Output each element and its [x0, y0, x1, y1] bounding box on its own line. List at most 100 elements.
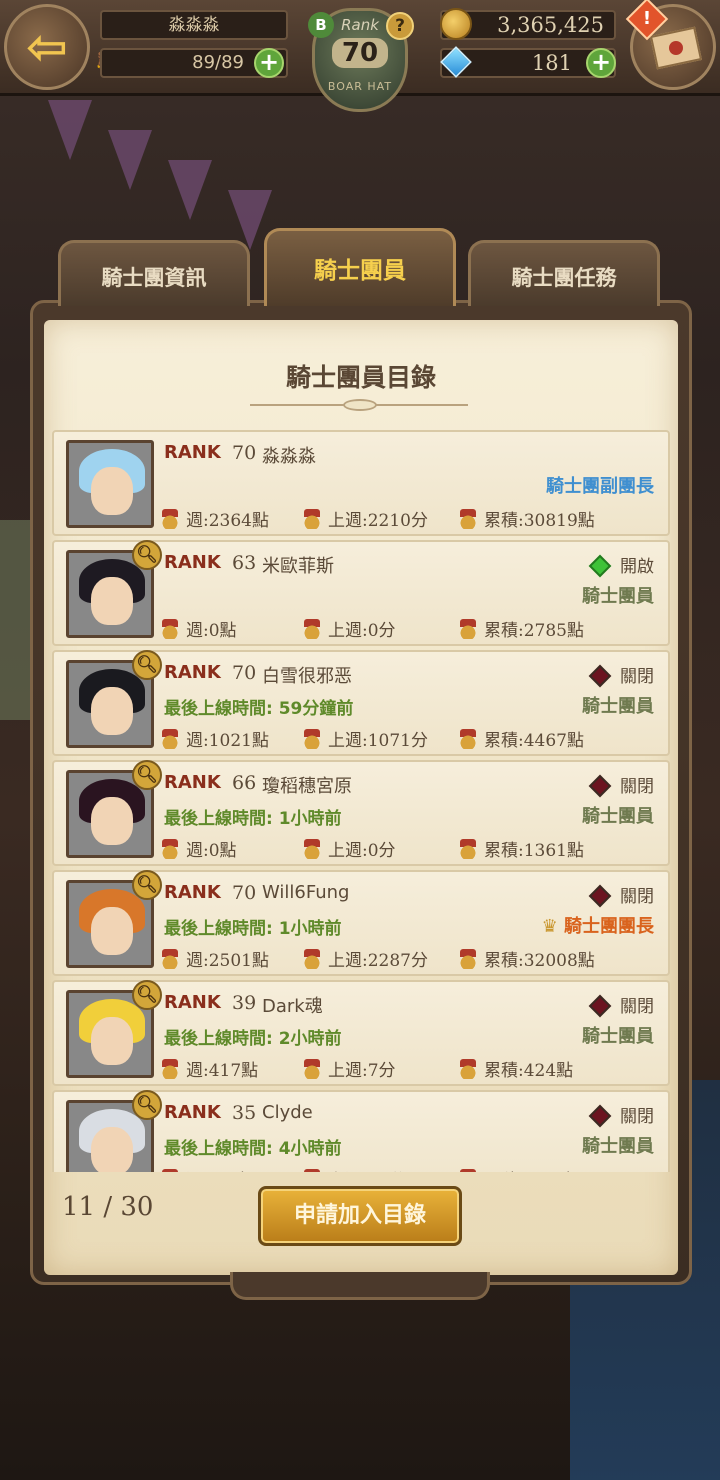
member-avatar[interactable]	[66, 440, 154, 528]
last-online: 最後上線時間: 1小時前	[164, 809, 342, 829]
member-status: 開啟	[588, 552, 654, 578]
member-role: 騎士團員	[582, 1026, 654, 1047]
avatar-face	[91, 467, 133, 515]
magnify-icon[interactable]: 🔍︎	[132, 980, 162, 1010]
status-diamond-icon	[588, 884, 612, 908]
medal-icon	[304, 839, 320, 859]
member-name: Clyde	[262, 1102, 313, 1123]
player-name: 淼淼淼	[100, 10, 288, 40]
player-rank-emblem[interactable]: Rank 70 BOAR HAT B ?	[298, 2, 422, 118]
member-rank: 70	[232, 882, 257, 904]
banner-flag	[108, 130, 152, 190]
status-diamond-icon	[588, 554, 612, 578]
apply-list-button[interactable]: 申請加入目錄	[258, 1186, 462, 1246]
last-online: 最後上線時間: 59分鐘前	[164, 699, 354, 719]
total-points: 累積:1361點	[460, 836, 584, 861]
medal-icon	[460, 949, 476, 969]
member-row[interactable]: 🔍︎ RANK 70 Will6Fung 最後上線時間: 1小時前 關閉 ♛ 騎…	[52, 870, 670, 976]
member-name: 淼淼淼	[262, 446, 316, 467]
avatar-face	[91, 797, 133, 845]
banner-flag	[168, 160, 212, 220]
tab-knight-missions[interactable]: 騎士團任務	[468, 240, 660, 306]
rank-label: RANK	[164, 882, 221, 903]
magnify-icon[interactable]: 🔍︎	[132, 870, 162, 900]
magnify-icon[interactable]: 🔍︎	[132, 650, 162, 680]
member-row[interactable]: 🔍︎ RANK 70 白雪很邪恶 最後上線時間: 59分鐘前 關閉 騎士團員 週…	[52, 650, 670, 756]
last-online: 最後上線時間: 1小時前	[164, 919, 342, 939]
week-points: 週:57點	[162, 1166, 247, 1172]
member-count: 11 / 30	[62, 1192, 154, 1222]
gold-coin-icon	[440, 8, 472, 40]
member-rank: 39	[232, 992, 257, 1014]
medal-icon	[460, 729, 476, 749]
add-gems-button[interactable]: +	[586, 48, 616, 78]
member-rank: 70	[232, 662, 257, 684]
member-row[interactable]: RANK 70 淼淼淼 騎士團副團長 週:2364點 上週:2210分 累積:3…	[52, 430, 670, 536]
medal-icon	[162, 949, 178, 969]
medal-icon	[162, 839, 178, 859]
member-role: 騎士團員	[582, 586, 654, 607]
total-points: 累積:247點	[460, 1166, 573, 1172]
tab-knight-members[interactable]: 騎士團員	[264, 228, 456, 306]
member-list-title: 騎士團員目錄	[285, 363, 436, 392]
member-list[interactable]: RANK 70 淼淼淼 騎士團副團長 週:2364點 上週:2210分 累積:3…	[52, 420, 670, 1172]
rank-label: RANK	[164, 992, 221, 1013]
medal-icon	[162, 619, 178, 639]
medal-icon	[304, 729, 320, 749]
week-points: 週:0點	[162, 836, 237, 861]
medal-icon	[304, 1059, 320, 1079]
banner-flag	[48, 100, 92, 160]
total-points: 累積:4467點	[460, 726, 584, 751]
member-status: 關閉	[588, 882, 654, 908]
week-points: 週:0點	[162, 616, 237, 641]
last-week-points: 上週:2287分	[304, 946, 428, 971]
background-character	[0, 520, 30, 720]
last-week-points: 上週:74分	[304, 1166, 406, 1172]
member-row[interactable]: 🔍︎ RANK 63 米歐菲斯 開啟 騎士團員 週:0點 上週:0分 累積:27…	[52, 540, 670, 646]
back-arrow-icon: ⇦	[26, 18, 68, 76]
member-role: 騎士團員	[582, 1136, 654, 1157]
medal-icon	[460, 839, 476, 859]
medal-icon	[304, 949, 320, 969]
help-icon[interactable]: ?	[386, 12, 414, 40]
magnify-icon[interactable]: 🔍︎	[132, 760, 162, 790]
medal-icon	[460, 509, 476, 529]
member-role: 騎士團員	[582, 696, 654, 717]
magnify-icon[interactable]: 🔍︎	[132, 540, 162, 570]
member-rank: 35	[232, 1102, 257, 1124]
last-online: 最後上線時間: 4小時前	[164, 1139, 342, 1159]
member-name: Dark魂	[262, 996, 323, 1017]
member-row[interactable]: 🔍︎ RANK 35 Clyde 最後上線時間: 4小時前 關閉 騎士團員 週:…	[52, 1090, 670, 1172]
wax-seal-icon	[669, 41, 683, 55]
status-diamond-icon	[588, 664, 612, 688]
tab-knight-info[interactable]: 騎士團資訊	[58, 240, 250, 306]
medal-icon	[162, 1169, 178, 1172]
member-row[interactable]: 🔍︎ RANK 66 瓊稻穗宮原 最後上線時間: 1小時前 關閉 騎士團員 週:…	[52, 760, 670, 866]
avatar-face	[91, 907, 133, 955]
member-role: ♛ 騎士團團長	[541, 916, 654, 937]
avatar-face	[91, 687, 133, 735]
title-ornament	[343, 399, 377, 411]
b-badge-icon: B	[308, 12, 334, 38]
member-row[interactable]: 🔍︎ RANK 39 Dark魂 最後上線時間: 2小時前 關閉 騎士團員 週:…	[52, 980, 670, 1086]
member-rank: 70	[232, 442, 257, 464]
member-status: 關閉	[588, 772, 654, 798]
add-stamina-button[interactable]: +	[254, 48, 284, 78]
rank-label: RANK	[164, 552, 221, 573]
member-name: 米歐菲斯	[262, 556, 334, 577]
member-rank: 66	[232, 772, 257, 794]
status-diamond-icon	[588, 774, 612, 798]
rank-level: 70	[298, 38, 422, 68]
total-points: 累積:30819點	[460, 506, 595, 531]
member-name: Will6Fung	[262, 882, 350, 903]
member-rank: 63	[232, 552, 257, 574]
back-button[interactable]: ⇦	[4, 4, 90, 90]
medal-icon	[162, 509, 178, 529]
last-week-points: 上週:0分	[304, 836, 396, 861]
last-online: 最後上線時間: 2小時前	[164, 1029, 342, 1049]
medal-icon	[460, 1169, 476, 1172]
medal-icon	[162, 1059, 178, 1079]
last-week-points: 上週:0分	[304, 616, 396, 641]
crown-icon: ♛	[541, 916, 564, 937]
magnify-icon[interactable]: 🔍︎	[132, 1090, 162, 1120]
